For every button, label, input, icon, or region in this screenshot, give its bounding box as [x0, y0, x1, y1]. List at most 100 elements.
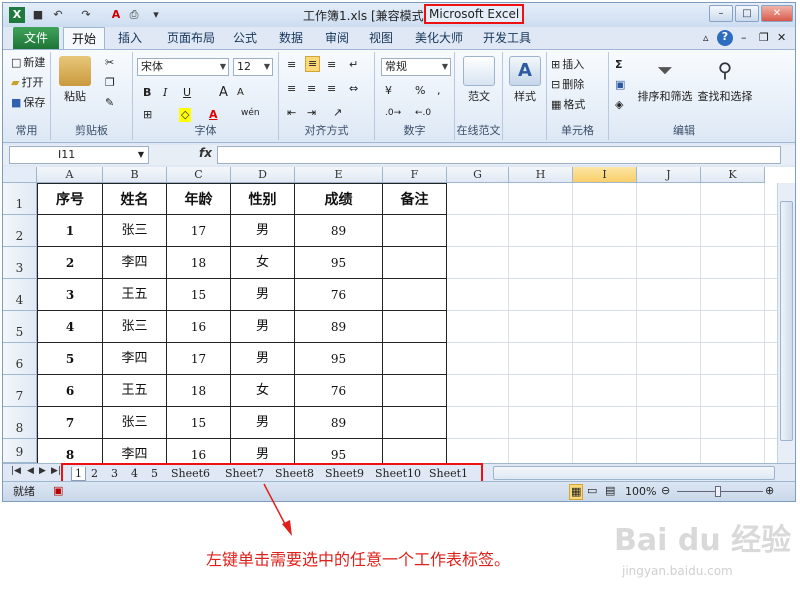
table-cell[interactable]: 7: [37, 407, 103, 439]
table-cell[interactable]: 4: [37, 311, 103, 343]
sheet-tab-sheet10[interactable]: Sheet10: [375, 467, 421, 481]
underline-button[interactable]: U: [183, 86, 191, 100]
paste-button[interactable]: 粘贴: [57, 56, 93, 104]
wrap-text-icon[interactable]: ↵: [349, 58, 358, 72]
help-icon[interactable]: ?: [717, 30, 733, 46]
percent-button[interactable]: %: [415, 84, 425, 98]
name-box[interactable]: I11 ▼: [9, 146, 149, 164]
decrease-indent-icon[interactable]: ⇤: [287, 106, 296, 120]
font-color-button[interactable]: A: [209, 108, 218, 122]
table-cell[interactable]: 89: [295, 311, 383, 343]
table-cell[interactable]: 95: [295, 343, 383, 375]
sheet-tab-3[interactable]: 3: [111, 467, 118, 481]
autosum-button[interactable]: Σ: [615, 58, 623, 72]
table-cell[interactable]: 男: [231, 439, 295, 463]
next-sheet-icon[interactable]: ▶: [39, 466, 46, 476]
column-header-j[interactable]: J: [637, 167, 701, 183]
vertical-scrollbar[interactable]: [777, 183, 795, 463]
table-cell[interactable]: 3: [37, 279, 103, 311]
delete-cells-button[interactable]: ⊟ 删除: [551, 78, 584, 92]
tab-review[interactable]: 审阅: [317, 27, 357, 49]
table-cell[interactable]: [383, 215, 447, 247]
format-cells-button[interactable]: ▦ 格式: [551, 98, 585, 112]
shrink-font-button[interactable]: A: [237, 86, 244, 100]
table-cell[interactable]: 89: [295, 407, 383, 439]
table-cell[interactable]: [383, 279, 447, 311]
table-cell[interactable]: 王五: [103, 279, 167, 311]
row-header-5[interactable]: 5: [3, 311, 37, 343]
zoom-out-icon[interactable]: ⊖: [661, 484, 670, 498]
table-cell[interactable]: 76: [295, 375, 383, 407]
sheet-tab-5[interactable]: 5: [151, 467, 158, 481]
zoom-slider-thumb[interactable]: [715, 486, 721, 497]
table-cell[interactable]: 6: [37, 375, 103, 407]
table-cell[interactable]: 8: [37, 439, 103, 463]
page-layout-view-icon[interactable]: ▭: [587, 484, 597, 498]
table-cell[interactable]: 女: [231, 247, 295, 279]
sheet-tab-4[interactable]: 4: [131, 467, 138, 481]
zoom-level[interactable]: 100%: [625, 485, 656, 499]
first-sheet-icon[interactable]: |◀: [11, 466, 21, 476]
column-header-h[interactable]: H: [509, 167, 573, 183]
fanwen-button[interactable]: 范文: [461, 56, 497, 104]
grow-font-button[interactable]: A: [219, 86, 228, 100]
table-cell[interactable]: [383, 407, 447, 439]
table-cell[interactable]: 5: [37, 343, 103, 375]
align-left-icon[interactable]: ≡: [287, 82, 296, 96]
table-cell[interactable]: 女: [231, 375, 295, 407]
doc-close-icon[interactable]: ✕: [777, 31, 786, 45]
table-cell[interactable]: [383, 311, 447, 343]
customize-icon[interactable]: ▾: [149, 8, 163, 22]
currency-icon[interactable]: ¥: [385, 84, 392, 98]
column-header-f[interactable]: F: [383, 167, 447, 183]
table-cell[interactable]: 1: [37, 215, 103, 247]
clear-icon[interactable]: ◈: [615, 98, 623, 112]
table-cell[interactable]: 89: [295, 215, 383, 247]
table-header-cell[interactable]: 序号: [37, 183, 103, 215]
tab-view[interactable]: 视图: [361, 27, 401, 49]
number-format-select[interactable]: 常规 ▼: [381, 58, 451, 76]
table-cell[interactable]: 15: [167, 407, 231, 439]
undo-icon[interactable]: ↶: [51, 8, 65, 22]
row-header-4[interactable]: 4: [3, 279, 37, 311]
row-header-7[interactable]: 7: [3, 375, 37, 407]
minimize-button[interactable]: –: [709, 5, 733, 22]
worksheet-grid[interactable]: A B C D E F G H I J K 1 2 3 4 5 6 7 8 9 序号 姓名 年龄 性别 成绩 备注 1 张三 17 男 89…: [3, 167, 795, 463]
sheet-tab-sheet8[interactable]: Sheet8: [275, 467, 314, 481]
align-bottom-icon[interactable]: ≡: [327, 58, 336, 72]
save-button[interactable]: ■ 保存: [11, 96, 45, 110]
format-painter-icon[interactable]: ✎: [105, 96, 114, 110]
align-middle-icon[interactable]: ≡: [305, 56, 321, 72]
zoom-in-icon[interactable]: ⊕: [765, 484, 774, 498]
prev-sheet-icon[interactable]: ◀: [27, 466, 34, 476]
table-cell[interactable]: 95: [295, 439, 383, 463]
find-select-button[interactable]: ⚲ 查找和选择: [695, 56, 755, 104]
open-button[interactable]: ▰ 打开: [11, 76, 43, 90]
align-top-icon[interactable]: ≡: [287, 58, 296, 72]
tab-formulas[interactable]: 公式: [225, 27, 265, 49]
table-cell[interactable]: 男: [231, 343, 295, 375]
fill-icon[interactable]: ▣: [615, 78, 625, 92]
decrease-decimal-icon[interactable]: ←.0: [415, 106, 431, 120]
doc-minimize-icon[interactable]: –: [741, 31, 747, 45]
save-icon[interactable]: ■: [31, 8, 45, 22]
table-cell[interactable]: 男: [231, 215, 295, 247]
row-header-8[interactable]: 8: [3, 407, 37, 439]
column-header-g[interactable]: G: [447, 167, 509, 183]
table-cell[interactable]: 2: [37, 247, 103, 279]
sheet-tab-sheet1[interactable]: Sheet1: [429, 467, 468, 481]
row-header-2[interactable]: 2: [3, 215, 37, 247]
table-cell[interactable]: [383, 375, 447, 407]
sheet-tab-sheet9[interactable]: Sheet9: [325, 467, 364, 481]
column-header-i[interactable]: I: [573, 167, 637, 183]
table-cell[interactable]: 18: [167, 247, 231, 279]
column-header-d[interactable]: D: [231, 167, 295, 183]
increase-decimal-icon[interactable]: .0→: [385, 106, 401, 120]
merge-center-icon[interactable]: ⇔: [349, 82, 358, 96]
table-cell[interactable]: [383, 247, 447, 279]
sort-filter-button[interactable]: ⏷ 排序和筛选: [637, 56, 693, 104]
close-button[interactable]: ✕: [761, 5, 793, 22]
bold-button[interactable]: B: [143, 86, 151, 100]
table-header-cell[interactable]: 性别: [231, 183, 295, 215]
table-cell[interactable]: [383, 439, 447, 463]
